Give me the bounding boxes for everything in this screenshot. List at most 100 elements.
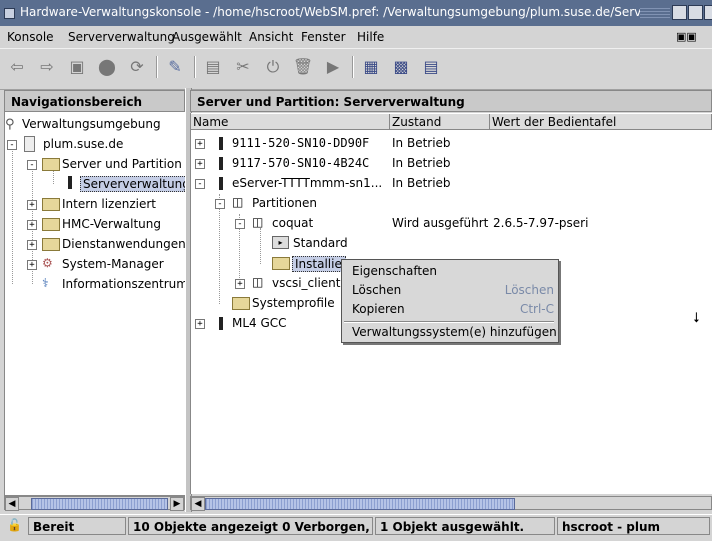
window-menu-icon[interactable]: [4, 8, 15, 19]
tree-hmc-verwaltung[interactable]: HMC-Verwaltung: [62, 217, 161, 231]
scroll-thumb[interactable]: [31, 498, 168, 510]
minimize-button[interactable]: [672, 5, 687, 20]
lock-icon: 🔓: [7, 518, 22, 532]
row-name[interactable]: ML4 GCC: [232, 316, 287, 330]
collapse-toggle[interactable]: -: [7, 140, 17, 150]
expand-toggle[interactable]: +: [195, 139, 205, 149]
row-name[interactable]: 9111-520-SN10-DD90F: [232, 136, 369, 150]
menu-separator: [344, 321, 554, 323]
left-horizontal-scrollbar[interactable]: ◀ ▶: [4, 496, 185, 511]
tree-line: [53, 170, 54, 184]
status-selection: 1 Objekt ausgewählt.: [375, 517, 555, 535]
row-value: 2.6.5-7.97-pseri: [493, 216, 589, 230]
menu-ausgewaehlt[interactable]: Ausgewählt: [172, 30, 242, 44]
menu-item-eigenschaften[interactable]: Eigenschaften: [352, 264, 437, 278]
play-icon[interactable]: ▶: [320, 54, 346, 80]
menu-bar: Konsole Serververwaltung Ausgewählt Ansi…: [0, 26, 712, 48]
loeschen-shortcut: Löschen: [504, 283, 554, 297]
toolbar-separator: [156, 56, 158, 78]
menu-serververwaltung[interactable]: Serververwaltung: [68, 30, 175, 44]
stop-icon[interactable]: ⬤: [94, 54, 120, 80]
folder-icon: [42, 198, 60, 211]
expand-toggle[interactable]: +: [27, 200, 37, 210]
row-state: Wird ausgeführt: [392, 216, 489, 230]
row-name[interactable]: 9117-570-SN10-4B24C: [232, 156, 369, 170]
tree-serververwaltung[interactable]: Serververwaltung: [80, 176, 193, 192]
row-name[interactable]: eServer-TTTTmmm-sn1...: [232, 176, 389, 190]
menu-item-kopieren[interactable]: Kopieren: [352, 302, 405, 316]
back-arrow-icon[interactable]: ⇦: [4, 54, 30, 80]
tree-verwaltungsumgebung[interactable]: Verwaltungsumgebung: [22, 117, 161, 131]
menu-konsole[interactable]: Konsole: [7, 30, 54, 44]
expand-toggle[interactable]: +: [235, 279, 245, 289]
folder-icon: [42, 218, 60, 231]
power-icon[interactable]: ⏻: [260, 54, 286, 80]
maximize-button[interactable]: [688, 5, 703, 20]
expand-toggle[interactable]: +: [27, 260, 37, 270]
server-icon: [219, 157, 223, 170]
expand-toggle[interactable]: +: [195, 319, 205, 329]
tree-systemprofile[interactable]: Systemprofile: [252, 296, 335, 310]
restore-pane-icons[interactable]: ▣▣: [676, 30, 697, 43]
scroll-right-arrow[interactable]: ▶: [170, 497, 184, 511]
menu-item-verwaltungssystem-hinzufuegen[interactable]: Verwaltungssystem(e) hinzufügen: [352, 325, 557, 339]
system-manager-icon: ⚙: [42, 256, 53, 270]
column-header-name[interactable]: Name: [191, 114, 390, 130]
menu-item-loeschen[interactable]: Löschen: [352, 283, 401, 297]
properties-icon[interactable]: ▤: [200, 54, 226, 80]
profile-icon: ▸: [272, 236, 289, 249]
menu-ansicht[interactable]: Ansicht: [249, 30, 293, 44]
tree-line: [12, 144, 13, 284]
delete-trash-icon[interactable]: 🗑: [290, 54, 316, 80]
tree-server-und-partition[interactable]: Server und Partition: [62, 157, 182, 171]
column-header-wert[interactable]: Wert der Bedientafel: [490, 114, 712, 130]
cut-icon[interactable]: ✂: [230, 54, 256, 80]
forward-arrow-icon[interactable]: ⇨: [34, 54, 60, 80]
partition-icon: ◫: [252, 215, 264, 229]
view-tree-icon[interactable]: ▩: [388, 54, 414, 80]
close-button[interactable]: [704, 5, 712, 20]
expand-toggle[interactable]: +: [27, 220, 37, 230]
information-center-icon: ⚕: [42, 276, 49, 290]
tree-intern-lizenziert[interactable]: Intern lizenziert: [62, 197, 156, 211]
collapse-toggle[interactable]: -: [235, 219, 245, 229]
tree-partitionen[interactable]: Partitionen: [252, 196, 317, 210]
tree-dienstanwendungen[interactable]: Dienstanwendungen: [62, 237, 186, 251]
status-object-count: 10 Objekte angezeigt 0 Verborgen,: [128, 517, 373, 535]
view-details-icon[interactable]: ▤: [418, 54, 444, 80]
row-state: In Betrieb: [392, 176, 451, 190]
up-folder-icon[interactable]: ▣: [64, 54, 90, 80]
title-bar[interactable]: Hardware-Verwaltungskonsole - /home/hscr…: [0, 0, 712, 27]
status-user: hscroot - plum: [557, 517, 710, 535]
navigation-header: Navigationsbereich: [4, 90, 185, 112]
scroll-left-arrow[interactable]: ◀: [5, 497, 19, 511]
tree-plum-suse-de[interactable]: plum.suse.de: [43, 137, 123, 151]
tree-informationszentrum[interactable]: Informationszentrum: [62, 277, 188, 291]
tree-standard[interactable]: Standard: [293, 236, 348, 250]
scroll-left-arrow[interactable]: ◀: [191, 497, 205, 511]
tree-installie[interactable]: Installie: [292, 256, 346, 272]
expand-toggle[interactable]: +: [27, 240, 37, 250]
expand-toggle[interactable]: +: [195, 159, 205, 169]
scroll-thumb[interactable]: [205, 498, 515, 510]
menu-fenster[interactable]: Fenster: [301, 30, 346, 44]
view-icons-icon[interactable]: ▦: [358, 54, 384, 80]
row-name[interactable]: coquat: [272, 216, 313, 230]
content-horizontal-scrollbar[interactable]: ◀: [190, 496, 712, 511]
mouse-pointer-icon: ⭣: [693, 310, 700, 326]
refresh-icon[interactable]: ⟳: [124, 54, 150, 80]
server-icon: [68, 176, 72, 189]
row-name[interactable]: vscsi_client: [272, 276, 341, 290]
collapse-toggle[interactable]: -: [215, 199, 225, 209]
collapse-toggle[interactable]: -: [195, 179, 205, 189]
environment-icon: ⚲: [5, 117, 15, 132]
column-header-zustand[interactable]: Zustand: [390, 114, 490, 130]
partitions-icon: ◫: [232, 195, 244, 209]
edit-pencil-icon[interactable]: ✎: [162, 54, 188, 80]
menu-hilfe[interactable]: Hilfe: [357, 30, 384, 44]
context-menu: Eigenschaften Löschen Löschen Kopieren C…: [341, 259, 559, 343]
collapse-toggle[interactable]: -: [27, 160, 37, 170]
server-icon: [219, 317, 223, 330]
tree-system-manager[interactable]: System-Manager: [62, 257, 164, 271]
row-state: In Betrieb: [392, 136, 451, 150]
